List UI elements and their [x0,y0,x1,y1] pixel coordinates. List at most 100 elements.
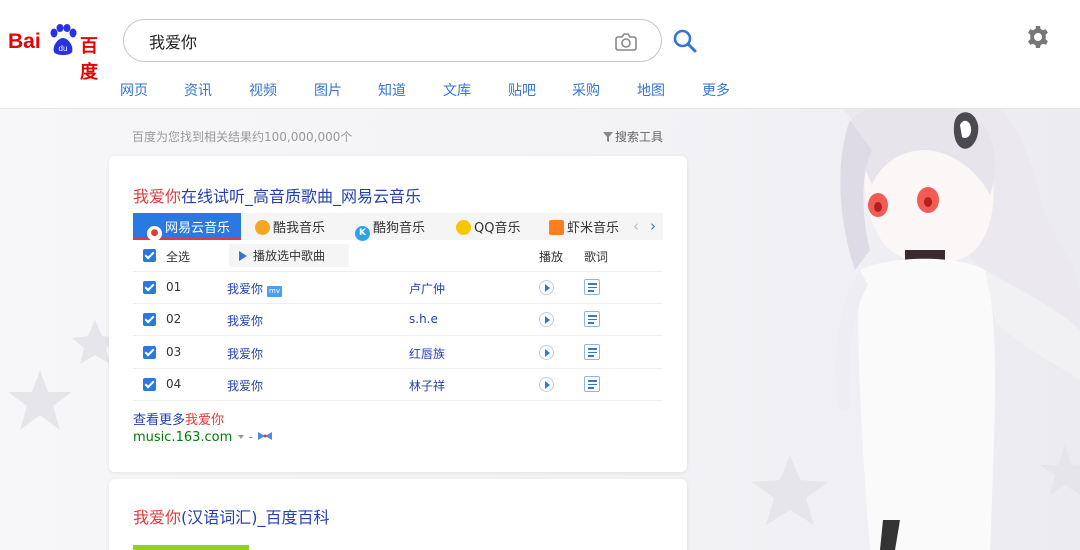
tab-qq-music[interactable]: QQ音乐 [456,213,520,240]
dropdown-caret-icon[interactable] [238,435,245,439]
title-rest: 在线试听_高音质歌曲_网易云音乐 [181,187,422,206]
search-box [123,19,662,62]
artist-link[interactable]: 红唇族 [409,345,445,362]
play-selected-button[interactable]: 播放选中歌曲 [229,244,349,267]
music-result-card: 我爱你在线试听_高音质歌曲_网易云音乐 ● 网易云音乐 酷我音乐 K 酷狗音乐 QQ… [109,156,687,472]
anime-girl-illustration [835,78,1080,550]
logo-text-cn: 百度 [80,36,98,83]
tab-netease-music[interactable]: ● 网易云音乐 [133,213,241,241]
play-circle-icon[interactable] [539,312,554,327]
result-thumbnail[interactable] [133,545,249,550]
tab-label: QQ音乐 [474,221,521,236]
nav-tab-wenku[interactable]: 文库 [443,80,471,100]
song-title: 我爱你 [227,282,264,296]
nav-tab-images[interactable]: 图片 [314,80,342,100]
nav-tab-webpage[interactable]: 网页 [120,80,148,100]
search-icon[interactable] [672,28,698,54]
play-icon [239,251,247,261]
view-more-prefix: 查看更多 [133,413,186,428]
star-decoration [1040,445,1080,495]
title-rest: (汉语词汇)_百度百科 [181,508,330,527]
artist-link[interactable]: 林子祥 [409,377,445,394]
artist-link[interactable]: s.h.e [409,312,438,326]
view-more-link[interactable]: 查看更多我爱你 [133,409,224,428]
lyrics-icon[interactable] [584,344,600,360]
tab-label: 网易云音乐 [165,221,231,236]
song-checkbox[interactable] [143,378,156,391]
baidu-logo[interactable]: Bai du 百度 [8,22,108,83]
netease-icon: ● [147,226,162,241]
search-input[interactable] [149,29,609,53]
nav-tab-news[interactable]: 资讯 [184,80,212,100]
song-number: 02 [166,312,182,326]
mv-badge[interactable]: mv [267,286,283,297]
song-title-link[interactable]: 我爱你 [227,312,263,329]
nav-tab-map[interactable]: 地图 [637,80,665,100]
bow-icon[interactable] [257,431,273,441]
result-title-link[interactable]: 我爱你在线试听_高音质歌曲_网易云音乐 [133,183,421,207]
song-number: 03 [166,345,182,359]
play-circle-icon[interactable] [539,345,554,360]
song-checkbox[interactable] [143,313,156,326]
song-title-link[interactable]: 我爱你 mv [227,280,283,297]
funnel-icon [603,132,613,142]
qq-music-icon [456,220,471,235]
song-checkbox[interactable] [143,346,156,359]
chevron-right-icon[interactable]: › [650,217,656,235]
search-tools-label: 搜索工具 [615,130,664,144]
star-decoration [752,455,828,525]
result-count: 百度为您找到相关结果约100,000,000个 [132,130,353,144]
tab-kuwo-music[interactable]: 酷我音乐 [255,213,325,240]
tab-label: 酷狗音乐 [373,221,426,236]
tab-xiami-music[interactable]: 虾米音乐 [549,213,619,240]
lyrics-icon[interactable] [584,376,600,392]
nav-tab-zhidao[interactable]: 知道 [378,80,406,100]
source-domain: music.163.com [133,430,233,445]
nav-tab-tieba[interactable]: 贴吧 [508,80,536,100]
view-more-highlight: 我爱你 [185,413,225,428]
play-selected-label: 播放选中歌曲 [253,249,326,263]
chevron-left-icon[interactable]: ‹ [633,217,639,235]
song-row: 03 我爱你 红唇族 [133,337,663,369]
tab-label: 酷我音乐 [273,221,326,236]
song-list-header: 全选 播放选中歌曲 播放 歌词 [133,240,663,272]
gear-icon[interactable] [1026,25,1050,49]
lyrics-icon[interactable] [584,311,600,327]
song-title-link[interactable]: 我爱你 [227,345,263,362]
music-source-tabs: ● 网易云音乐 酷我音乐 K 酷狗音乐 QQ音乐 虾米音乐 ‹ › [133,213,663,241]
lyrics-column-header: 歌词 [584,250,609,264]
camera-icon[interactable] [615,31,637,51]
baike-result-card: 我爱你(汉语词汇)_百度百科 [109,479,687,550]
play-circle-icon[interactable] [539,280,554,295]
play-circle-icon[interactable] [539,377,554,392]
tab-label: 虾米音乐 [567,221,620,236]
song-number: 01 [166,280,182,294]
nav-tab-more[interactable]: 更多 [702,80,730,100]
nav-tab-video[interactable]: 视频 [249,80,277,100]
title-highlight: 我爱你 [133,187,182,206]
tab-kugou-music[interactable]: K 酷狗音乐 [355,213,426,241]
lyrics-icon[interactable] [584,279,600,295]
song-number: 04 [166,377,182,391]
song-row: 02 我爱你 s.h.e [133,304,663,336]
artist-link[interactable]: 卢广仲 [409,280,445,297]
select-all-label: 全选 [166,250,191,264]
star-decoration [8,370,72,430]
source-url: music.163.com - [133,430,273,445]
logo-text-bai: Bai [8,30,41,53]
kuwo-icon [255,220,270,235]
result-title-link[interactable]: 我爱你(汉语词汇)_百度百科 [133,504,330,528]
song-checkbox[interactable] [143,281,156,294]
source-separator: - [248,430,253,445]
top-header: Bai du 百度 网页 资讯 视频 图片 知道 文库 贴吧 采购 地图 [0,0,1080,109]
song-row: 01 我爱你 mv 卢广仲 [133,272,663,304]
search-tools-button[interactable]: 搜索工具 [603,128,663,145]
play-column-header: 播放 [539,250,564,264]
kugou-icon: K [355,226,370,241]
xiami-icon [549,220,564,235]
song-row: 04 我爱你 林子祥 [133,369,663,401]
song-title-link[interactable]: 我爱你 [227,377,263,394]
select-all-checkbox[interactable] [143,249,156,262]
paw-icon: du [50,24,77,55]
nav-tab-shopping[interactable]: 采购 [572,80,600,100]
